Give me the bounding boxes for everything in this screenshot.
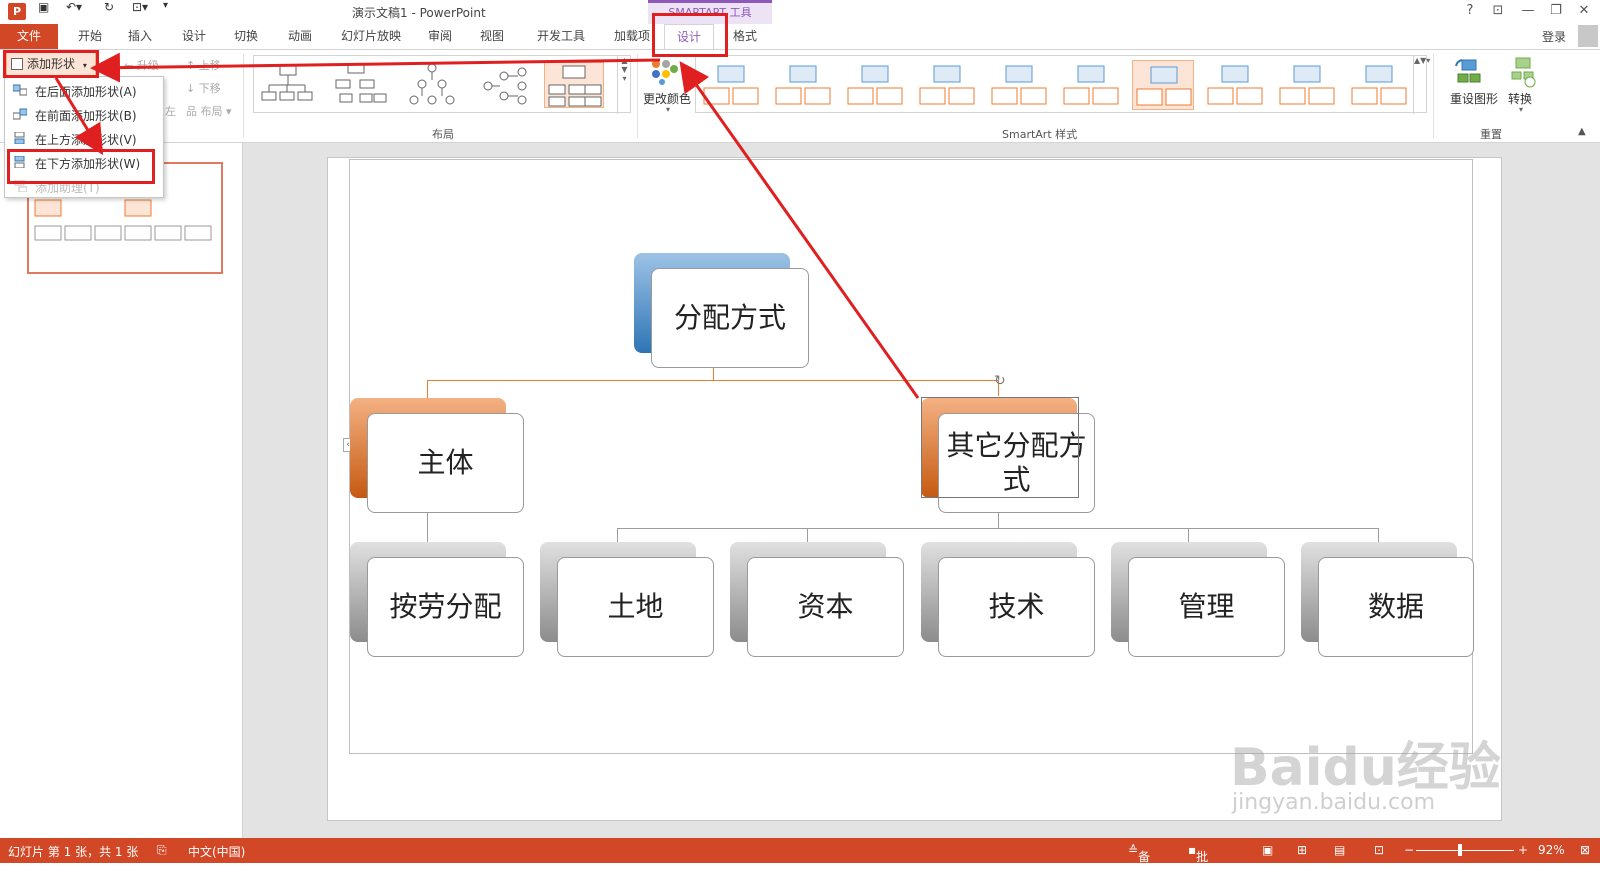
annotation-arrows: [54, 52, 920, 399]
